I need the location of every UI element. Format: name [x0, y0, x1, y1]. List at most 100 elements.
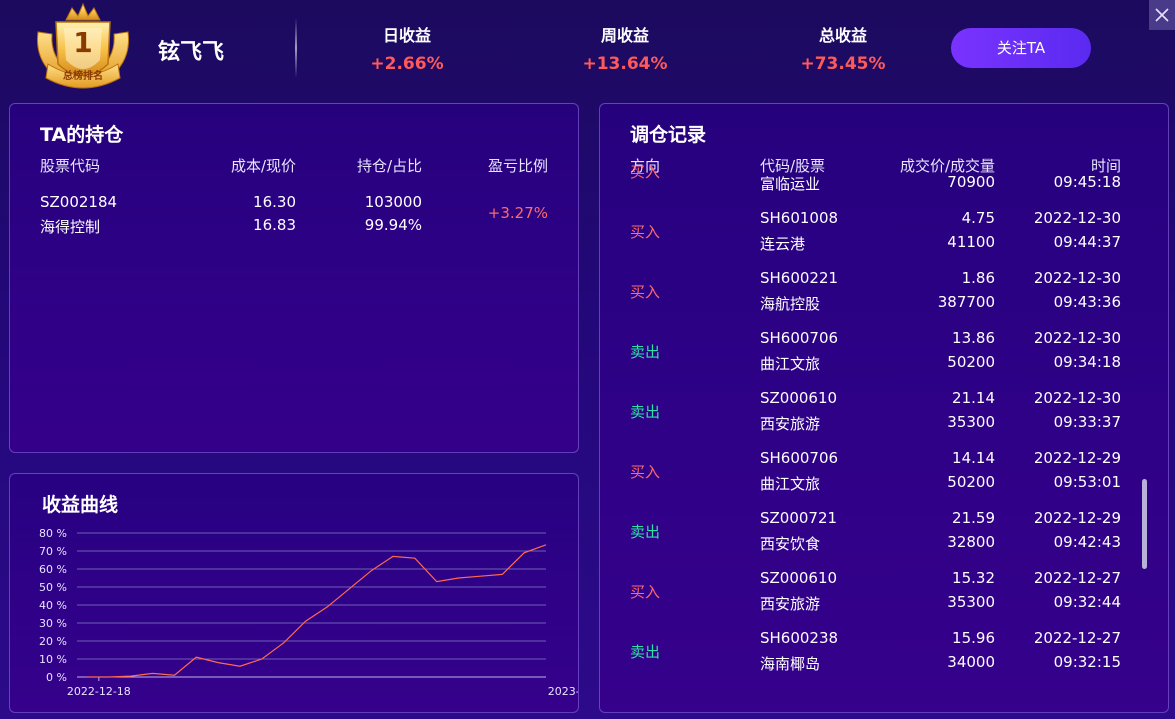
trade-price: 21.14	[952, 389, 995, 407]
trade-stock-name: 连云港	[760, 235, 806, 253]
trade-row[interactable]: 买入 SH600706 曲江文旅 14.14 50200 2022-12-29 09:53:…	[600, 440, 1168, 500]
trade-stock-name: 曲江文旅	[760, 355, 821, 373]
trade-time: 09:43:36	[1053, 293, 1121, 311]
trade-direction: 卖出	[630, 643, 661, 661]
trade-time: 09:33:37	[1053, 413, 1121, 431]
trade-price: 21.59	[952, 509, 995, 527]
follow-button[interactable]: 关注TA	[951, 28, 1091, 68]
trade-row[interactable]: 买入 SZ000610 西安旅游 15.32 35300 2022-12-27 09:32:…	[600, 560, 1168, 620]
trade-stock-name: 西安旅游	[760, 595, 821, 613]
trades-list[interactable]: 买入 SZ002537 富临运业 7.41 70900 2022-12-30 09:45:1…	[600, 164, 1168, 699]
trades-panel: 调仓记录 方向 代码/股票 成交价/成交量 时间 买入SZ002537富临运业7…	[599, 103, 1169, 713]
trade-row[interactable]: 卖出 SZ000721 西安饮食 21.59 32800 2022-12-29 09:42:…	[600, 500, 1168, 560]
y-tick-label: 50 %	[39, 581, 67, 594]
trade-code: SZ002537	[760, 164, 837, 167]
trade-volume: 70900	[947, 173, 995, 191]
returns-series-line	[87, 544, 547, 678]
returns-chart: 0 % 10 % 20 % 30 % 40 % 50 % 60 % 70 % 80 % 2022-…	[39, 527, 578, 698]
trade-price: 1.86	[961, 269, 995, 287]
trade-price: 15.96	[952, 629, 995, 647]
y-tick-label: 10 %	[39, 653, 67, 666]
trade-code: SZ000610	[760, 569, 838, 587]
stat-daily-label: 日收益	[382, 26, 431, 45]
trade-price: 4.75	[961, 209, 995, 227]
holdings-title: TA的持仓	[40, 124, 124, 146]
y-tick-label: 40 %	[39, 599, 67, 612]
trade-time: 09:53:01	[1053, 473, 1121, 491]
trade-code: SH600706	[760, 449, 839, 467]
stat-weekly: 周收益 +13.64%	[545, 22, 705, 74]
trade-direction: 卖出	[630, 403, 661, 421]
trade-time: 09:44:37	[1053, 233, 1121, 251]
trade-time: 09:32:44	[1053, 593, 1121, 611]
y-tick-label: 60 %	[39, 563, 67, 576]
y-tick-label: 20 %	[39, 635, 67, 648]
trade-code: SZ000610	[760, 389, 838, 407]
stat-daily: 日收益 +2.66%	[327, 22, 487, 74]
trade-volume: 32800	[947, 533, 995, 551]
holdings-header-position: 持仓/占比	[356, 157, 422, 175]
trade-code: SH600238	[760, 629, 839, 647]
holding-code: SZ002184	[40, 193, 118, 211]
trade-direction: 买入	[630, 283, 661, 301]
y-tick-label: 70 %	[39, 545, 67, 558]
trade-date: 2022-12-30	[1033, 329, 1121, 347]
trade-price: 14.14	[952, 449, 995, 467]
trade-price: 15.32	[952, 569, 995, 587]
stat-daily-value: +2.66%	[370, 54, 444, 74]
user-name: 铉飞飞	[158, 40, 225, 65]
holdings-header-code: 股票代码	[40, 157, 101, 175]
stat-total-value: +73.45%	[800, 54, 886, 74]
trade-code: SZ000721	[760, 509, 838, 527]
trades-title: 调仓记录	[630, 124, 707, 146]
trade-volume: 41100	[947, 233, 995, 251]
y-tick-label: 0 %	[46, 671, 67, 684]
trade-date: 2022-12-29	[1033, 509, 1121, 527]
trade-price: 13.86	[952, 329, 995, 347]
trade-direction: 买入	[630, 223, 661, 241]
trade-date: 2022-12-27	[1033, 569, 1121, 587]
trade-direction: 买入	[630, 463, 661, 481]
holding-ratio: 99.94%	[364, 216, 422, 234]
close-icon	[1155, 8, 1169, 22]
stat-total-label: 总收益	[818, 26, 867, 45]
holdings-panel: TA的持仓 股票代码 成本/现价 持仓/占比 盈亏比例 SZ002184 海得控…	[9, 103, 579, 453]
stat-weekly-value: +13.64%	[582, 54, 668, 74]
trade-row[interactable]: 卖出 SH600238 海南椰岛 15.96 34000 2022-12-27 09:32:…	[600, 620, 1168, 680]
trade-date: 2022-12-30	[1033, 269, 1121, 287]
trade-direction: 买入	[630, 164, 661, 181]
trade-row[interactable]: 买入 SZ002537 富临运业 7.41 70900 2022-12-30 09:45:1…	[600, 164, 1168, 200]
trade-direction: 卖出	[630, 343, 661, 361]
trade-date: 2022-12-30	[1033, 389, 1121, 407]
trade-code: SH600221	[760, 269, 839, 287]
trade-date: 2022-12-30	[1033, 209, 1121, 227]
trade-stock-name: 西安饮食	[760, 535, 821, 553]
trade-row[interactable]: 买入 SH601008 连云港 4.75 41100 2022-12-30 09:44:37	[600, 200, 1168, 260]
badge-label: 总榜排名	[63, 71, 103, 82]
trade-row[interactable]: 卖出 SZ000610 西安旅游 21.14 35300 2022-12-30 09:33:…	[600, 380, 1168, 440]
trade-volume: 50200	[947, 353, 995, 371]
trade-direction: 买入	[630, 583, 661, 601]
trade-row[interactable]: 买入 SH600221 海航控股 1.86 387700 2022-12-30 09:43:…	[600, 260, 1168, 320]
trade-volume: 34000	[947, 653, 995, 671]
close-button[interactable]	[1149, 0, 1175, 30]
trade-time: 09:34:18	[1053, 353, 1121, 371]
trade-row[interactable]: 卖出 SH600706 曲江文旅 13.86 50200 2022-12-30 09:34:…	[600, 320, 1168, 380]
rank-badge: 1 总榜排名	[30, 2, 136, 94]
holding-cost: 16.30	[253, 193, 296, 211]
returns-chart-panel: 收益曲线 0 % 10 % 20 % 30 % 40 % 50 % 60 % 70 % 80 %…	[9, 473, 579, 713]
x-tick-label: 2023-01-11	[548, 685, 578, 698]
holding-name: 海得控制	[40, 218, 101, 236]
trade-date: 2022-12-29	[1033, 449, 1121, 467]
holdings-header-cost: 成本/现价	[230, 157, 296, 175]
trade-time: 09:45:18	[1053, 173, 1121, 191]
trade-volume: 50200	[947, 473, 995, 491]
trade-price: 7.41	[845, 164, 995, 167]
trade-direction: 卖出	[630, 523, 661, 541]
trade-time: 09:32:15	[1053, 653, 1121, 671]
trade-date: 2022-12-30	[1020, 164, 1121, 167]
trade-stock-name: 海南椰岛	[760, 655, 821, 673]
trades-scrollbar[interactable]	[1142, 479, 1147, 569]
y-tick-label: 80 %	[39, 527, 67, 540]
trade-stock-name: 西安旅游	[760, 415, 821, 433]
